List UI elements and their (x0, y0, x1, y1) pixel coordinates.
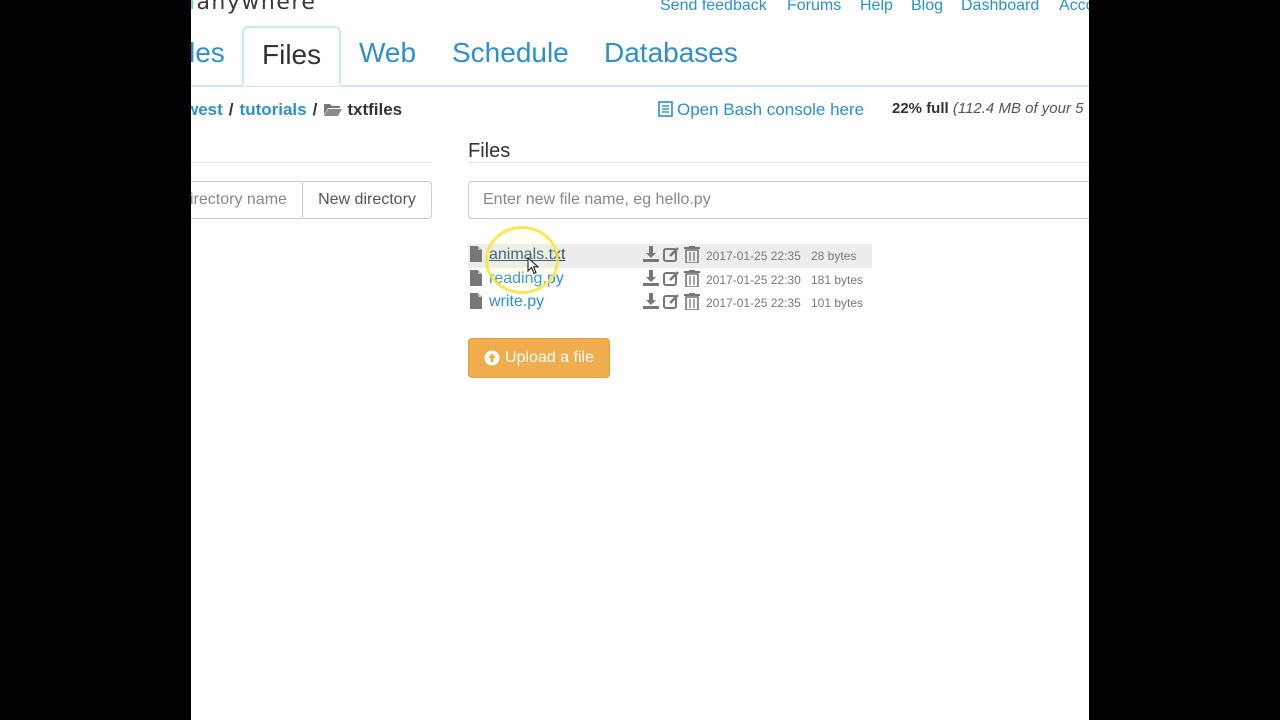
tab-files[interactable]: Files (242, 26, 342, 86)
breadcrumb: west / tutorials / txtfiles (191, 100, 402, 120)
new-directory-button[interactable]: New directory (302, 181, 432, 219)
nav-dashboard[interactable]: Dashboard (961, 0, 1039, 15)
edit-icon[interactable] (663, 246, 680, 263)
trash-icon[interactable] (684, 246, 700, 263)
new-file-input[interactable] (468, 181, 1089, 219)
file-list: animals.txt 2017-01-25 22:35 28 bytes re… (468, 244, 872, 315)
file-name-link[interactable]: reading.py (489, 270, 564, 288)
new-directory-input[interactable] (191, 181, 302, 219)
folder-open-icon (324, 104, 343, 116)
file-name-link[interactable]: animals.txt (489, 246, 565, 264)
edit-icon[interactable] (663, 270, 680, 287)
file-modified-date: 2017-01-25 22:35 (706, 296, 801, 310)
tab-databases[interactable]: Databases (604, 37, 738, 69)
file-name-link[interactable]: write.py (489, 293, 544, 311)
file-row: write.py 2017-01-25 22:35 101 bytes (468, 291, 872, 315)
nav-help[interactable]: Help (860, 0, 893, 15)
quota-detail: (112.4 MB of your 5 (952, 100, 1084, 117)
open-bash-console-label: Open Bash console here (677, 100, 865, 119)
breadcrumb-home-dir[interactable]: west (191, 100, 223, 119)
file-icon (470, 269, 482, 286)
file-modified-date: 2017-01-25 22:35 (706, 249, 801, 263)
upload-file-label: Upload a file (505, 349, 594, 366)
quota-percent: 22% full (892, 100, 949, 117)
download-icon[interactable] (643, 293, 659, 310)
file-size: 28 bytes (811, 249, 857, 263)
nav-blog[interactable]: Blog (911, 0, 943, 15)
tab-consoles[interactable]: les (191, 37, 225, 69)
storage-quota: 22% full (112.4 MB of your 5 (892, 100, 1083, 117)
nav-forums[interactable]: Forums (787, 0, 841, 15)
files-heading: Files (468, 140, 511, 162)
upload-file-button[interactable]: Upload a file (468, 338, 610, 378)
browser-viewport: nanywhere Send feedback Forums Help Blog… (191, 0, 1089, 720)
site-logo[interactable]: nanywhere (191, 0, 316, 15)
file-row: reading.py 2017-01-25 22:30 181 bytes (468, 268, 872, 292)
download-icon[interactable] (643, 269, 659, 287)
breadcrumb-separator: / (228, 100, 234, 119)
files-divider (468, 162, 1089, 163)
file-size: 181 bytes (811, 272, 864, 287)
file-size: 101 bytes (811, 296, 864, 310)
breadcrumb-current-folder: txtfiles (347, 100, 403, 119)
file-icon (470, 293, 482, 309)
breadcrumb-tutorials[interactable]: tutorials (240, 100, 307, 119)
file-icon (470, 246, 482, 262)
breadcrumb-separator: / (312, 100, 318, 119)
console-icon (658, 101, 673, 117)
open-bash-console-link[interactable]: Open Bash console here (658, 100, 864, 120)
directories-divider (191, 162, 432, 163)
tab-web[interactable]: Web (359, 37, 416, 69)
trash-icon[interactable] (684, 269, 700, 287)
tab-schedule[interactable]: Schedule (452, 37, 569, 69)
logo-text: anywhere (196, 0, 317, 15)
upload-circle-icon (484, 350, 500, 366)
file-modified-date: 2017-01-25 22:30 (706, 272, 801, 287)
trash-icon[interactable] (684, 293, 700, 310)
download-icon[interactable] (643, 246, 659, 263)
nav-send-feedback[interactable]: Send feedback (660, 0, 767, 15)
nav-account[interactable]: Acco (1059, 0, 1089, 15)
file-row: animals.txt 2017-01-25 22:35 28 bytes (468, 244, 872, 268)
edit-icon[interactable] (663, 293, 680, 310)
